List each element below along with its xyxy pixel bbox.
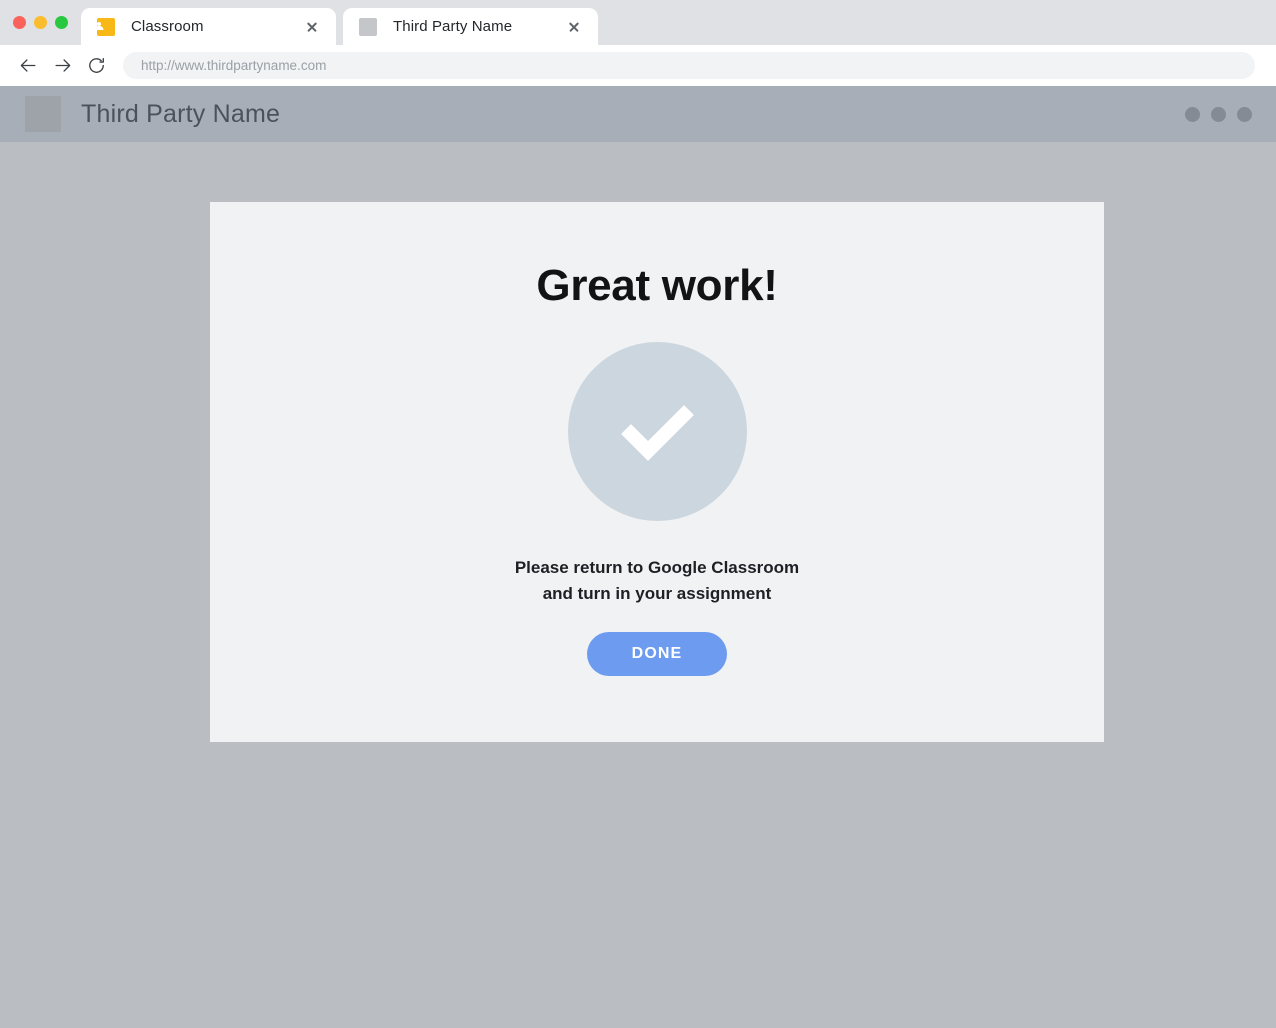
address-bar[interactable]: http://www.thirdpartyname.com [123,52,1255,79]
tab-title: Third Party Name [393,18,513,35]
tab-title: Classroom [131,18,204,35]
forward-button[interactable] [45,49,79,83]
close-icon[interactable] [302,17,322,37]
instruction-line-2: and turn in your assignment [542,584,772,604]
site-title: Third Party Name [81,99,281,128]
google-classroom-icon [94,17,115,36]
success-badge [567,342,747,521]
instruction-line-1: Please return to Google Classroom [514,558,800,577]
site-logo-placeholder [25,96,61,132]
browser-toolbar: http://www.thirdpartyname.com [0,45,1276,86]
browser-window: Classroom Third Party Name http://www.th… [0,0,1276,1028]
url-text: http://www.thirdpartyname.com [141,58,327,73]
site-nav-dots [1185,106,1252,122]
tab-list: Classroom Third Party Name [81,8,598,45]
arrow-left-icon [20,59,36,72]
tab-strip: Classroom Third Party Name [0,0,1276,45]
site-header: Third Party Name [0,86,1276,142]
arrow-right-icon [54,59,70,72]
window-minimize-button[interactable] [34,16,47,29]
done-button[interactable]: DONE [587,631,727,676]
nav-dot[interactable] [1237,106,1252,122]
window-close-button[interactable] [13,16,26,29]
nav-dot[interactable] [1185,106,1200,122]
generic-site-icon [359,17,377,36]
window-maximize-button[interactable] [55,16,68,29]
instruction-text: Please return to Google Classroom and tu… [515,555,799,608]
page-title: Great work! [536,261,778,310]
reload-icon [88,58,104,73]
checkmark-icon [621,404,694,461]
tab-classroom[interactable]: Classroom [81,8,336,45]
tab-third-party-name[interactable]: Third Party Name [343,8,598,45]
back-button[interactable] [11,49,45,83]
completion-card: Great work! Please return to Google Clas… [210,202,1104,742]
nav-dot[interactable] [1211,106,1226,122]
close-icon[interactable] [564,17,584,37]
window-controls [0,16,81,45]
reload-button[interactable] [79,49,113,83]
page-viewport: Third Party Name Great work! Please retu… [0,86,1276,1028]
